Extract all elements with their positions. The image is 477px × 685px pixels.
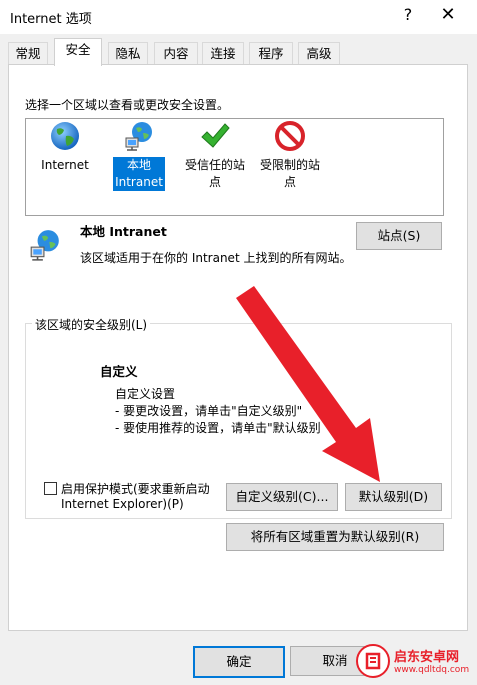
sites-button[interactable]: 站点(S) [356,222,442,250]
zone-internet[interactable]: Internet [40,120,90,174]
zone-local-intranet[interactable]: 本地 Intranet [113,120,165,191]
security-level-line: - 要使用推荐的设置，请单击"默认级别 [115,421,321,435]
protected-mode-label: 启用保护模式(要求重新启动 [61,482,210,496]
security-level-line: - 要更改设置，请单击"自定义级别" [115,404,303,418]
watermark-url: www.qdltdq.com [394,665,470,675]
zone-trusted-label-1: 受信任的站 [184,158,245,172]
intranet-network-icon [30,230,59,261]
selected-zone-name: 本地 Intranet [80,224,167,239]
watermark: 启东安卓网 www.qdltdq.com [356,640,474,682]
zone-internet-label: Internet [41,158,89,172]
zone-intranet-label-1: 本地 [113,157,165,174]
security-level-line: 自定义设置 [115,387,176,401]
tab-programs[interactable]: 程序 [249,42,293,65]
zone-restricted-label-2: 点 [283,175,296,189]
protected-mode-checkbox[interactable] [44,482,57,495]
tab-content[interactable]: 内容 [154,42,198,65]
zone-restricted-label-1: 受限制的站 [259,158,320,172]
tab-general[interactable]: 常规 [8,42,48,65]
ok-button[interactable]: 确定 [193,646,285,678]
globe-icon [51,122,79,150]
close-button[interactable]: ✕ [438,4,458,25]
selected-zone-description: 该区域适用于在你的 Intranet 上找到的所有网站。 [80,251,352,265]
protected-mode-label: Internet Explorer)(P) [61,497,184,511]
green-check-icon [201,123,230,148]
security-level-group-label: 该区域的安全级别(L) [32,316,151,333]
watermark-name: 启东安卓网 [394,650,460,665]
default-level-button[interactable]: 默认级别(D) [345,483,442,511]
custom-level-button[interactable]: 自定义级别(C)... [226,483,338,511]
tab-security[interactable]: 安全 [54,38,102,66]
zone-restricted-sites[interactable]: 受限制的站 点 [254,120,326,191]
tab-advanced[interactable]: 高级 [298,42,340,65]
zone-trusted-label-2: 点 [208,175,221,189]
watermark-logo-icon [356,644,390,678]
help-button[interactable]: ? [400,5,416,24]
tab-privacy[interactable]: 隐私 [108,42,148,65]
intranet-network-icon [125,122,152,151]
no-entry-icon [275,121,305,151]
zone-trusted-sites[interactable]: 受信任的站 点 [180,120,250,191]
window-title: Internet 选项 [10,12,92,27]
security-level-name: 自定义 [100,364,138,379]
zone-prompt: 选择一个区域以查看或更改安全设置。 [25,98,230,112]
zone-intranet-label-2: Intranet [113,174,165,191]
tab-connections[interactable]: 连接 [202,42,244,65]
reset-all-zones-button[interactable]: 将所有区域重置为默认级别(R) [226,523,444,551]
